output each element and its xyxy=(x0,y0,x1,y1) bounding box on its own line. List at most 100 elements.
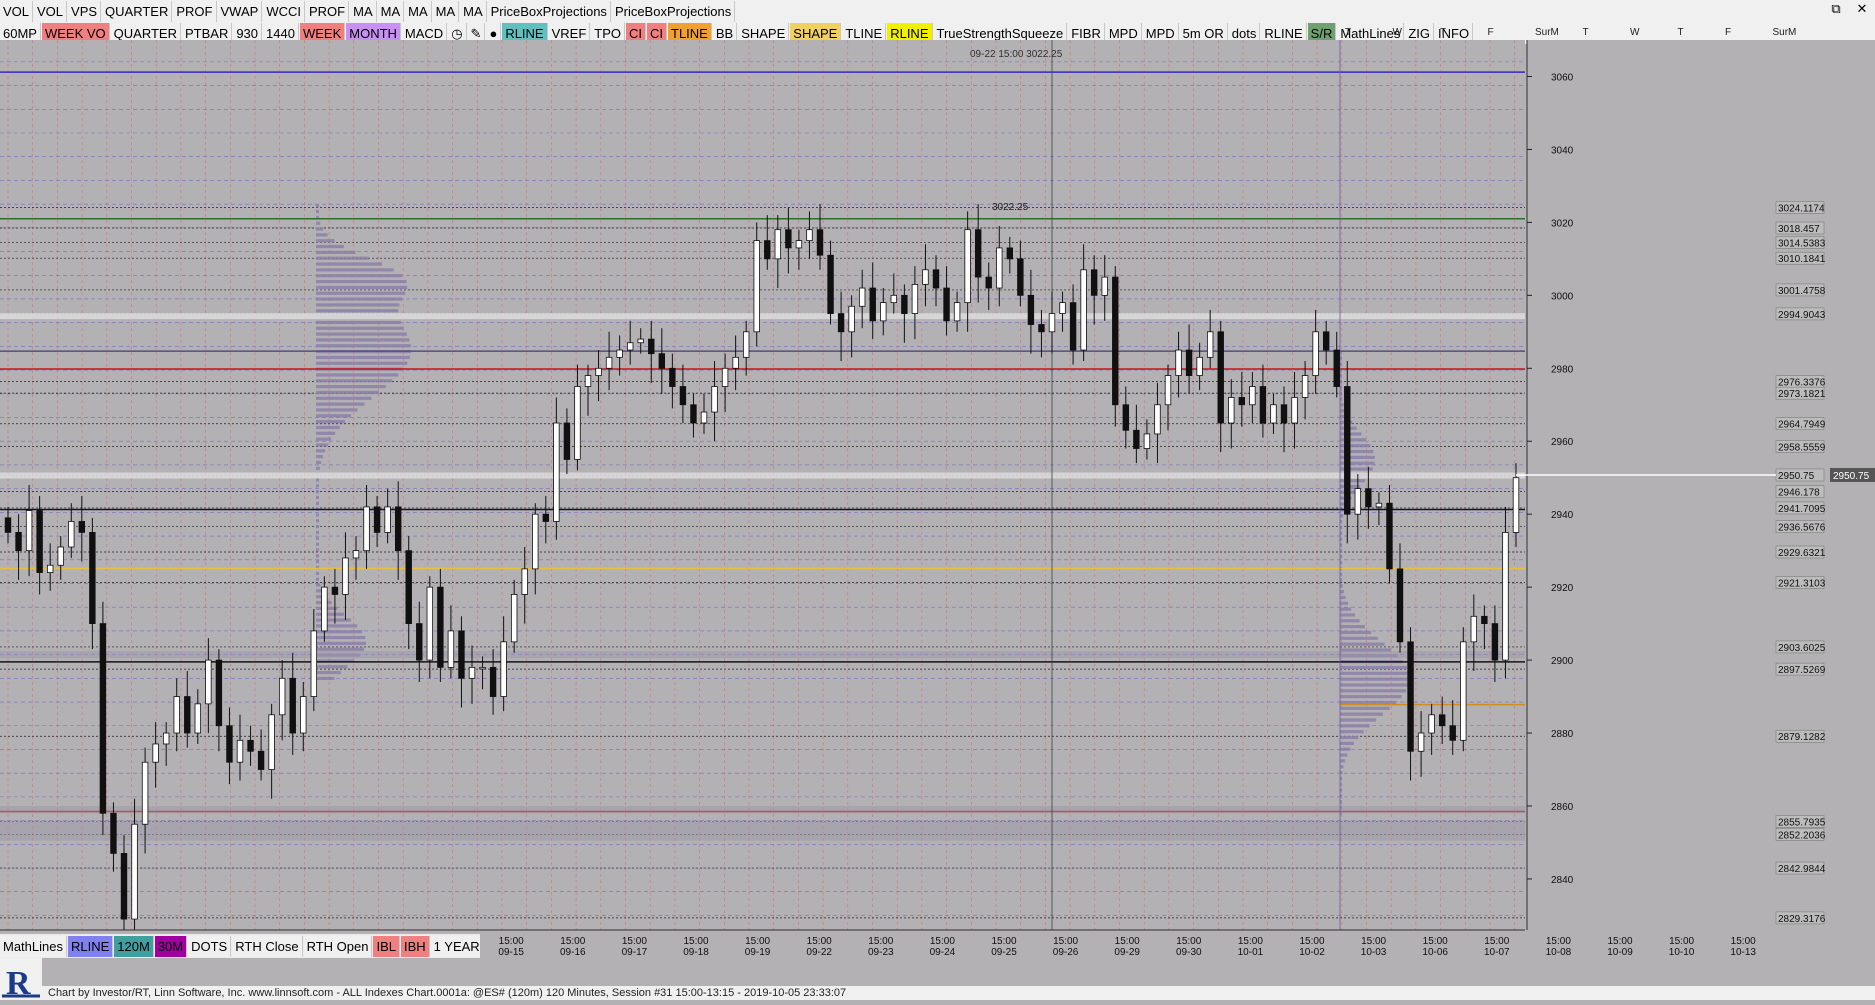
candle-body xyxy=(15,532,22,552)
candle-body xyxy=(1270,404,1277,424)
toolbar-bottom-item-1[interactable]: RLINE xyxy=(67,935,114,957)
candle-body xyxy=(1101,276,1108,296)
candle-body xyxy=(25,510,33,552)
band-line xyxy=(0,313,1525,320)
candle-body xyxy=(321,586,328,632)
profile-bar xyxy=(316,513,319,517)
candle-body xyxy=(194,703,202,734)
candle-body xyxy=(289,677,296,734)
candle-body xyxy=(700,411,708,424)
candle-body xyxy=(36,510,43,573)
profile-bar xyxy=(316,443,328,447)
profile-bar xyxy=(1340,642,1385,646)
candle-body xyxy=(120,853,128,920)
y-axis-area xyxy=(1527,40,1875,930)
candle-body xyxy=(205,659,212,705)
profile-bar xyxy=(316,484,319,488)
candle-body xyxy=(1164,375,1172,406)
future-day-label: F xyxy=(1488,27,1494,38)
x-date-label: 09-23 xyxy=(868,947,894,958)
x-time-label: 15:00 xyxy=(1546,936,1571,947)
y-tick-label: 3020 xyxy=(1551,218,1574,229)
price-label: 2903.6025 xyxy=(1778,643,1826,654)
y-tick-label: 2940 xyxy=(1551,510,1574,521)
profile-bar xyxy=(1340,636,1378,640)
x-time-label: 15:00 xyxy=(1299,936,1324,947)
future-day-label: SurM xyxy=(1535,27,1559,38)
profile-bar xyxy=(1340,718,1377,722)
profile-bar xyxy=(1340,741,1354,745)
toolbar-bottom-item-9[interactable]: 1 YEAR xyxy=(430,935,480,957)
profile-bar xyxy=(316,571,319,575)
profile-bar xyxy=(316,239,335,243)
profile-bar xyxy=(316,414,351,418)
candle-body xyxy=(532,513,539,570)
candle-body xyxy=(553,422,560,522)
profile-bar xyxy=(1340,753,1348,757)
price-label: 2973.1821 xyxy=(1778,389,1826,400)
toolbar-bottom-item-3[interactable]: 30M xyxy=(154,935,188,957)
candle-body xyxy=(774,229,782,260)
future-day-label: T xyxy=(1345,27,1351,38)
candle-body xyxy=(1006,247,1014,260)
profile-bar xyxy=(1340,613,1355,617)
x-time-label: 15:00 xyxy=(683,936,708,947)
y-tick-label: 3060 xyxy=(1551,72,1574,83)
profile-bar xyxy=(316,344,411,348)
x-date-label: 10-02 xyxy=(1299,947,1325,958)
toolbar-bottom-item-5[interactable]: RTH Close xyxy=(232,935,303,957)
price-label: 2950.75 xyxy=(1778,471,1815,482)
session-band xyxy=(0,805,1525,814)
x-date-label: 10-03 xyxy=(1361,947,1387,958)
price-label: 2879.1282 xyxy=(1778,732,1826,743)
x-date-label: 10-07 xyxy=(1484,947,1510,958)
candle-body xyxy=(637,338,644,344)
candle-body xyxy=(278,677,286,716)
price-chart[interactable]: 2840 2860 2880 2900 2920 2940 2960 2980 3000 3020… xyxy=(0,0,1875,1000)
candle-body xyxy=(46,564,54,573)
candle-body xyxy=(1460,641,1467,741)
candle-body xyxy=(184,696,191,734)
candle-body xyxy=(616,349,623,358)
candle-body xyxy=(247,739,254,752)
candle-body xyxy=(922,269,929,285)
band-line xyxy=(0,472,1525,479)
candle-body xyxy=(690,404,697,424)
toolbar-bottom-item-8[interactable]: IBH xyxy=(401,935,430,957)
profile-bar xyxy=(316,262,383,266)
profile-bar xyxy=(316,279,407,284)
price-label: 3010.1841 xyxy=(1778,254,1826,265)
profile-bar xyxy=(316,285,408,290)
candle-body xyxy=(679,386,687,406)
toolbar-bottom-item-2[interactable]: 120M xyxy=(114,935,154,957)
toolbar-bottom-item-7[interactable]: IBL xyxy=(373,935,400,957)
x-time-label: 15:00 xyxy=(1176,936,1201,947)
candle-body xyxy=(1143,433,1151,449)
profile-bar xyxy=(316,390,379,395)
toolbar-bottom-item-6[interactable]: RTH Open xyxy=(303,935,373,957)
profile-bar xyxy=(1340,438,1367,442)
candle-body xyxy=(1259,386,1267,424)
candle-body xyxy=(1502,532,1509,661)
profile-bar xyxy=(1340,724,1370,728)
toolbar-bottom-item-4[interactable]: DOTS xyxy=(188,935,232,957)
toolbar-bottom-item-0[interactable]: MathLines xyxy=(0,935,67,957)
y-tick-label: 2840 xyxy=(1551,875,1574,886)
y-tick-label: 2960 xyxy=(1551,437,1574,448)
candle xyxy=(1502,506,1509,679)
candle-body xyxy=(658,353,666,369)
price-label: 3014.5383 xyxy=(1778,238,1826,249)
profile-bar xyxy=(1340,479,1366,483)
candle-body xyxy=(827,254,834,314)
candle-body xyxy=(542,513,550,522)
x-time-label: 15:00 xyxy=(1669,936,1694,947)
candle-body xyxy=(437,586,444,668)
candle-body xyxy=(648,338,655,355)
candle-body xyxy=(426,586,434,661)
x-time-label: 15:00 xyxy=(1361,936,1386,947)
price-label: 2842.9844 xyxy=(1778,864,1826,875)
session-band xyxy=(0,650,1525,659)
candle-body xyxy=(1228,397,1235,424)
candle-body xyxy=(510,594,518,643)
future-day-label: T xyxy=(1678,27,1684,38)
